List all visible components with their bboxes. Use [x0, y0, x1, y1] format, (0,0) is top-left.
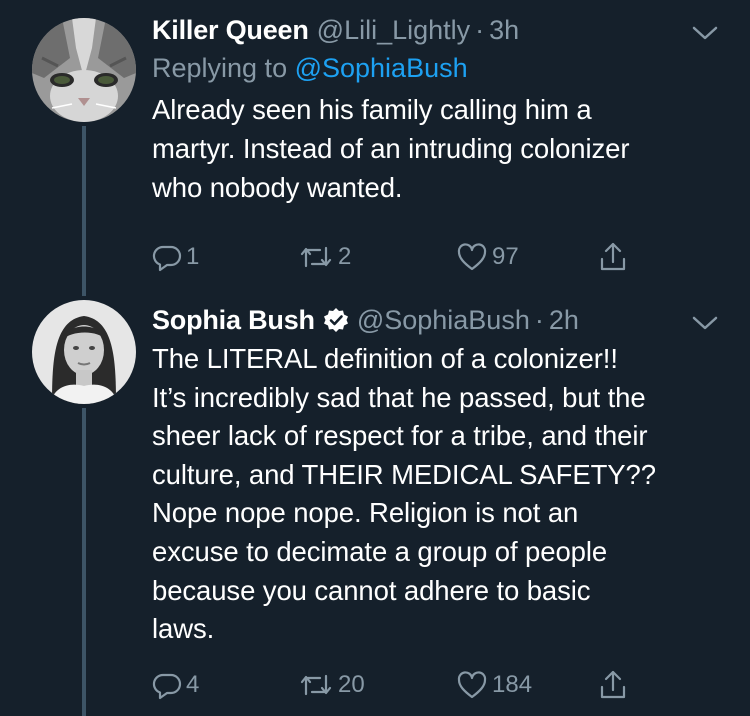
thread-connector-line [82, 408, 86, 716]
reply-count: 1 [186, 243, 200, 270]
thread-connector-line [82, 126, 86, 296]
share-icon [600, 242, 626, 271]
tweet-text-line: Nope nope nope. Religion is not an [152, 497, 579, 529]
retweet-button[interactable]: 20 [298, 665, 365, 705]
tweet-text-line: Already seen his family calling him a [152, 94, 592, 125]
like-count: 184 [492, 671, 533, 698]
tweet-text-line: martyr. Instead of an intruding colonize… [152, 133, 630, 164]
replying-to-line: Replying to @SophiaBush [152, 50, 720, 86]
reply-count: 4 [186, 671, 200, 698]
woman-portrait-avatar-icon [32, 300, 136, 404]
tweet-content: Killer Queen @Lili_Lightly · 3h Replying… [152, 10, 720, 207]
tweet-text-line: because you cannot adhere to basic [152, 574, 591, 606]
retweet-button[interactable]: 2 [298, 237, 351, 277]
reply-button[interactable]: 1 [152, 237, 199, 277]
avatar[interactable] [32, 18, 136, 122]
tweet-text-line: culture, and THEIR MEDICAL SAFETY?? [152, 458, 656, 490]
tweet-text: Already seen his family calling him a ma… [152, 90, 720, 207]
heart-icon [457, 243, 487, 271]
tweet-text: The LITERAL definition of a colonizer!! … [152, 340, 720, 649]
like-button[interactable]: 184 [456, 665, 532, 705]
tweet-text-line: laws. [152, 613, 215, 645]
tweet-actions: 1 2 97 [152, 237, 672, 277]
tweet-header: Killer Queen @Lili_Lightly · 3h [152, 10, 720, 50]
share-icon [600, 670, 626, 699]
separator-dot: · [534, 304, 544, 335]
more-options-chevron-icon[interactable] [690, 22, 720, 44]
like-button[interactable]: 97 [456, 237, 519, 277]
retweet-count: 20 [338, 671, 365, 698]
verified-badge-icon [323, 307, 349, 333]
tweet[interactable]: Sophia Bush @SophiaBush · 2h The LITERAL… [0, 300, 750, 716]
retweet-count: 2 [338, 243, 352, 270]
tweet-content: Sophia Bush @SophiaBush · 2h The LITERAL… [152, 300, 720, 649]
display-name[interactable]: Killer Queen [152, 15, 309, 46]
more-options-chevron-icon[interactable] [690, 312, 720, 334]
separator-dot: · [475, 14, 485, 45]
reply-bubble-icon [152, 245, 182, 272]
cat-avatar-icon [32, 18, 136, 122]
tweet-text-line: sheer lack of respect for a tribe, and t… [152, 420, 648, 452]
tweet-text-line: excuse to decimate a group of people [152, 535, 608, 567]
avatar[interactable] [32, 300, 136, 404]
replying-to-mention-link[interactable]: @SophiaBush [295, 53, 468, 83]
tweet-thread: Killer Queen @Lili_Lightly · 3h Replying… [0, 0, 750, 716]
reply-bubble-icon [152, 673, 182, 700]
replying-to-label: Replying to [152, 53, 295, 83]
tweet-text-line: The LITERAL definition of a colonizer!! [152, 343, 618, 374]
user-handle[interactable]: @SophiaBush [357, 305, 530, 336]
retweet-icon [300, 674, 332, 696]
tweet-actions: 4 20 184 [152, 665, 672, 705]
retweet-icon [300, 246, 332, 268]
like-count: 97 [492, 243, 519, 270]
timestamp[interactable]: 2h [549, 305, 579, 336]
timestamp[interactable]: 3h [489, 15, 519, 46]
tweet[interactable]: Killer Queen @Lili_Lightly · 3h Replying… [0, 0, 750, 300]
tweet-text-line: It’s incredibly sad that he passed, but … [152, 381, 646, 413]
reply-button[interactable]: 4 [152, 665, 199, 705]
share-button[interactable] [598, 237, 628, 277]
tweet-text-line: who nobody wanted. [152, 172, 403, 203]
heart-icon [457, 671, 487, 699]
user-handle[interactable]: @Lili_Lightly [317, 15, 470, 46]
tweet-header: Sophia Bush @SophiaBush · 2h [152, 300, 720, 340]
share-button[interactable] [598, 665, 628, 705]
display-name[interactable]: Sophia Bush [152, 305, 315, 336]
